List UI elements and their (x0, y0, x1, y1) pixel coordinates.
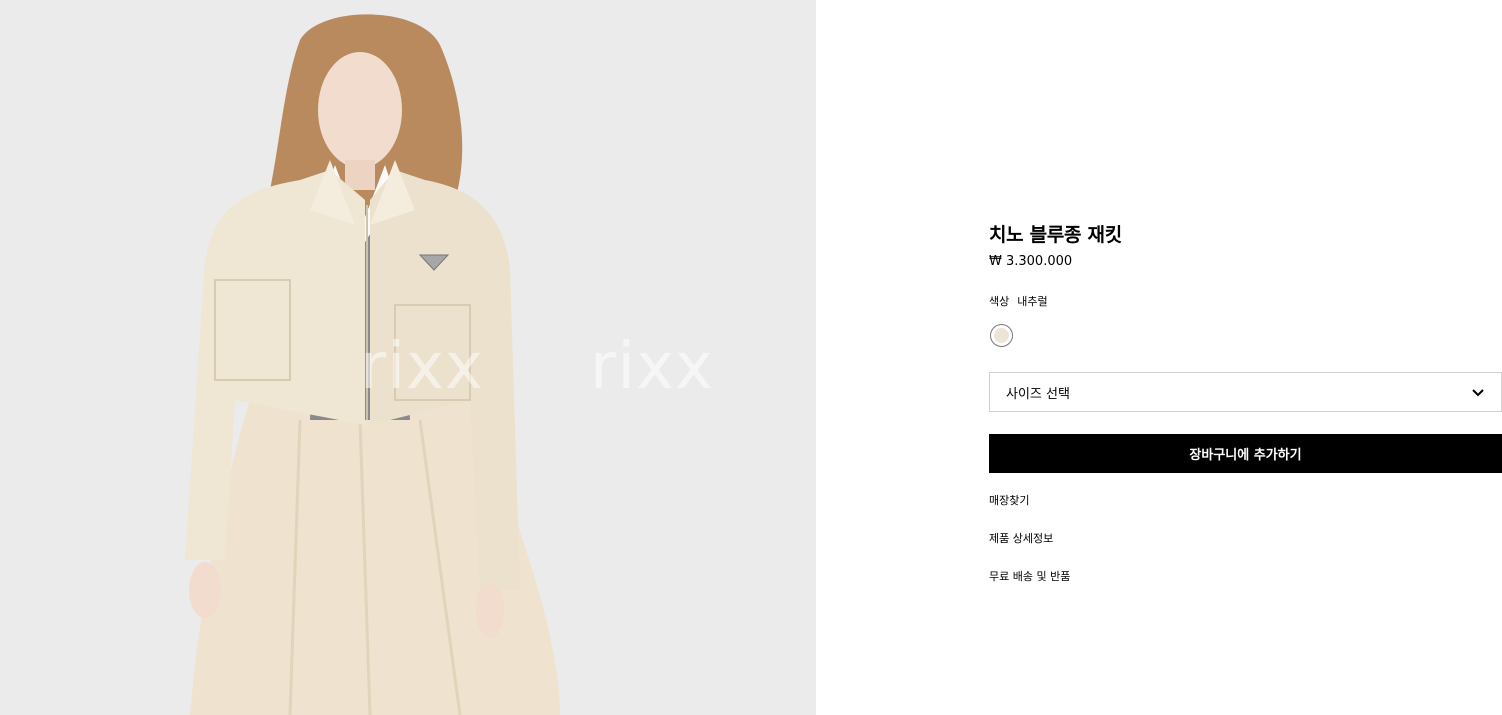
product-page: rixx rixx 치노 블루종 재킷 ₩ 3.300.000 색상 내추럴 사… (0, 0, 1502, 715)
product-info-panel: 치노 블루종 재킷 ₩ 3.300.000 색상 내추럴 사이즈 선택 장바구니… (989, 0, 1502, 715)
color-swatch-natural[interactable] (990, 324, 1013, 347)
store-finder-link[interactable]: 매장찾기 (989, 492, 1029, 508)
size-select-dropdown[interactable]: 사이즈 선택 (989, 372, 1502, 412)
product-price: ₩ 3.300.000 (989, 254, 1073, 269)
color-label: 색상 (989, 295, 1010, 308)
product-details-link[interactable]: 제품 상세정보 (989, 530, 1053, 546)
color-row: 색상 내추럴 (989, 293, 1048, 309)
watermark-text: rixx (360, 330, 484, 404)
shipping-returns-link[interactable]: 무료 배송 및 반품 (989, 568, 1070, 584)
product-title: 치노 블루종 재킷 (989, 224, 1122, 246)
add-to-cart-button[interactable]: 장바구니에 추가하기 (989, 434, 1502, 473)
product-image[interactable]: rixx rixx (0, 0, 816, 715)
chevron-down-icon (1472, 389, 1484, 397)
color-value: 내추럴 (1017, 295, 1048, 308)
size-select-label: 사이즈 선택 (1006, 386, 1070, 402)
watermark-text: rixx (590, 330, 714, 404)
